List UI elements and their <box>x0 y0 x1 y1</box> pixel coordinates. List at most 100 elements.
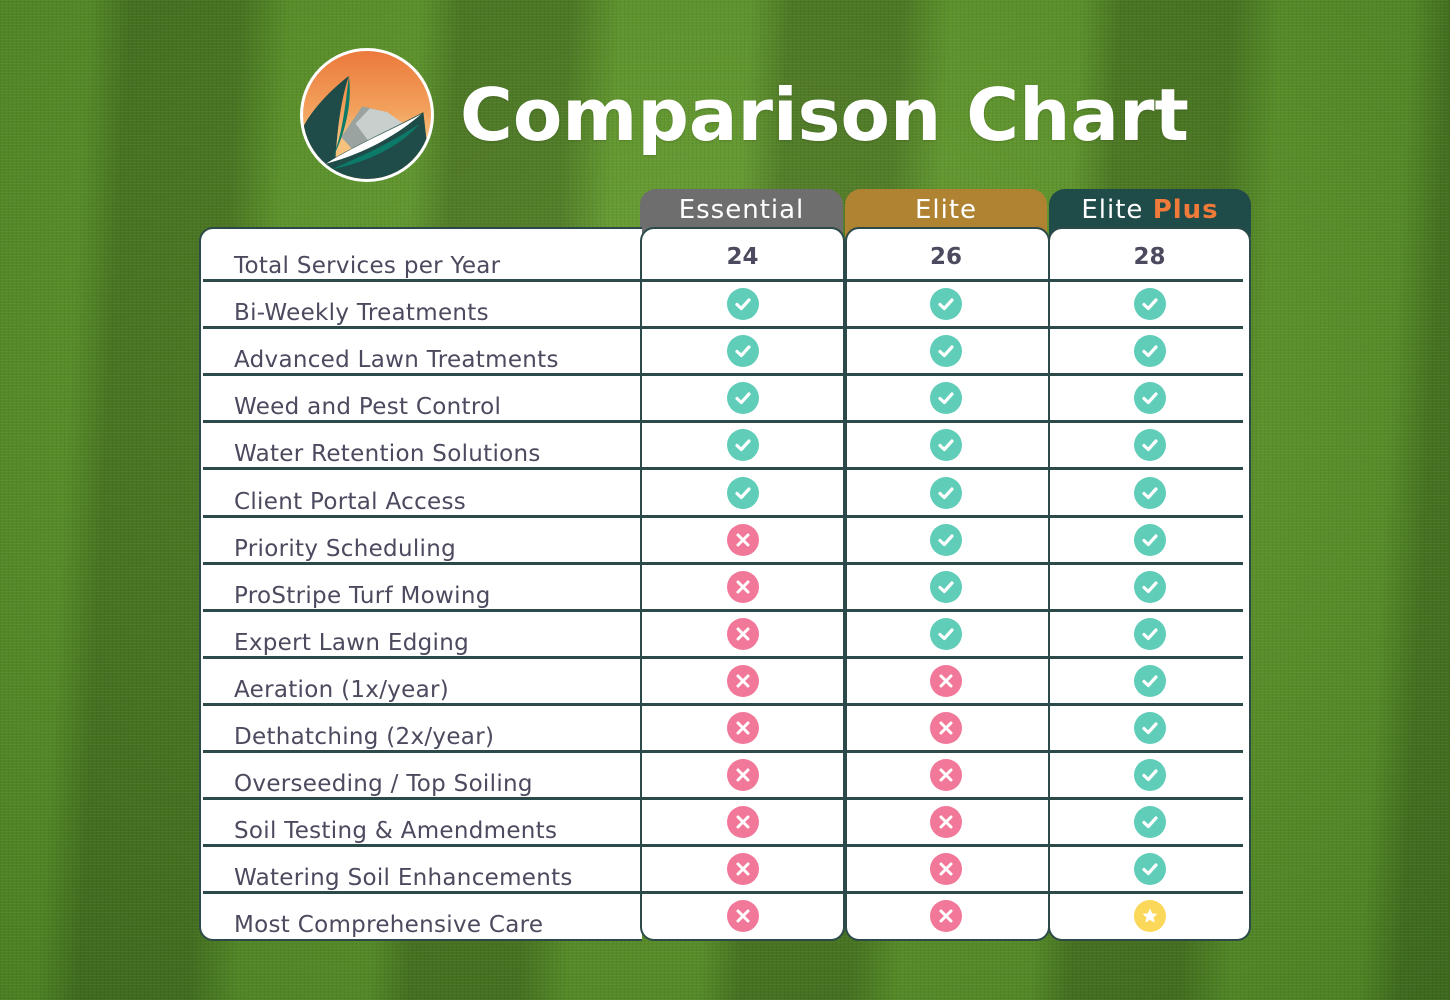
feature-label: Soil Testing & Amendments <box>234 818 558 844</box>
feature-label: Bi-Weekly Treatments <box>234 300 489 326</box>
table-cell: 26 <box>845 233 1047 280</box>
feature-label: Aeration (1x/year) <box>234 677 450 703</box>
table-cell <box>1048 845 1251 892</box>
table-row: Total Services per Year 24 26 28 <box>199 233 1247 282</box>
x-circle-icon <box>930 805 962 838</box>
table-cell <box>845 516 1047 563</box>
feature-label: Client Portal Access <box>234 489 467 515</box>
table-cell <box>845 892 1047 939</box>
table-cell <box>1048 374 1251 421</box>
check-circle-icon <box>930 287 962 320</box>
table-cell <box>640 280 845 327</box>
table-cell <box>1048 892 1251 939</box>
table-row: Priority Scheduling <box>199 516 1247 565</box>
table-cell <box>1048 421 1251 468</box>
table-cell <box>1048 469 1251 516</box>
table-cell: 24 <box>640 233 845 280</box>
table-cell <box>1048 516 1251 563</box>
check-circle-icon <box>1133 381 1166 414</box>
x-circle-icon <box>726 899 759 932</box>
star-circle-icon <box>1133 899 1166 932</box>
table-row: Bi-Weekly Treatments <box>199 280 1247 329</box>
table-cell <box>640 892 845 939</box>
page-header: Comparison Chart <box>300 48 1189 182</box>
check-circle-icon <box>930 570 962 603</box>
table-cell <box>640 798 845 845</box>
feature-label: Expert Lawn Edging <box>234 630 469 656</box>
page-title: Comparison Chart <box>460 73 1189 157</box>
check-circle-icon <box>930 476 962 509</box>
check-circle-icon <box>1133 664 1166 697</box>
check-circle-icon <box>1133 476 1166 509</box>
x-circle-icon <box>726 523 759 556</box>
table-cell <box>640 469 845 516</box>
comparison-table: Total Services per Year 24 26 28 Bi-Weekly T… <box>199 227 1251 941</box>
table-row: Advanced Lawn Treatments <box>199 327 1247 376</box>
check-circle-icon <box>726 334 759 367</box>
table-row: ProStripe Turf Mowing <box>199 563 1247 612</box>
table-cell <box>845 845 1047 892</box>
table-cell <box>845 280 1047 327</box>
table-row: Watering Soil Enhancements <box>199 845 1247 894</box>
feature-label: Weed and Pest Control <box>234 394 502 420</box>
check-circle-icon <box>1133 711 1166 744</box>
table-cell <box>845 657 1047 704</box>
table-cell <box>1048 610 1251 657</box>
table-cell: 28 <box>1048 233 1251 280</box>
table-cell <box>1048 657 1251 704</box>
x-circle-icon <box>726 805 759 838</box>
table-cell <box>640 516 845 563</box>
feature-label: Most Comprehensive Care <box>234 912 544 938</box>
x-circle-icon <box>726 852 759 885</box>
tier-name: Essential <box>678 195 805 225</box>
check-circle-icon <box>930 334 962 367</box>
check-circle-icon <box>930 428 962 461</box>
feature-label: Watering Soil Enhancements <box>234 865 573 891</box>
x-circle-icon <box>726 617 759 650</box>
table-row: Aeration (1x/year) <box>199 657 1247 706</box>
check-circle-icon <box>1133 334 1166 367</box>
check-circle-icon <box>1133 805 1166 838</box>
feature-label: ProStripe Turf Mowing <box>234 583 491 609</box>
feature-label: Water Retention Solutions <box>234 441 541 467</box>
x-circle-icon <box>726 758 759 791</box>
table-cell <box>845 704 1047 751</box>
x-circle-icon <box>930 711 962 744</box>
check-circle-icon <box>930 381 962 414</box>
table-cell <box>640 845 845 892</box>
tier-suffix-plus: Plus <box>1152 195 1219 225</box>
check-circle-icon <box>1133 287 1166 320</box>
check-circle-icon <box>726 287 759 320</box>
services-count: 24 <box>726 243 759 270</box>
table-row: Expert Lawn Edging <box>199 610 1247 659</box>
company-logo-icon <box>300 48 434 182</box>
check-circle-icon <box>1133 852 1166 885</box>
check-circle-icon <box>726 428 759 461</box>
table-row: Most Comprehensive Care <box>199 892 1247 939</box>
table-cell <box>1048 798 1251 845</box>
tier-name: Elite <box>914 195 978 225</box>
table-cell <box>640 327 845 374</box>
table-cell <box>640 610 845 657</box>
check-circle-icon <box>1133 428 1166 461</box>
table-row: Water Retention Solutions <box>199 421 1247 470</box>
check-circle-icon <box>930 523 962 556</box>
table-row: Overseeding / Top Soiling <box>199 751 1247 800</box>
check-circle-icon <box>1133 523 1166 556</box>
check-circle-icon <box>726 381 759 414</box>
table-cell <box>640 751 845 798</box>
x-circle-icon <box>726 570 759 603</box>
table-row: Client Portal Access <box>199 469 1247 518</box>
feature-label: Advanced Lawn Treatments <box>234 347 559 373</box>
table-cell <box>640 421 845 468</box>
table-row: Dethatching (2x/year) <box>199 704 1247 753</box>
table-cell <box>640 563 845 610</box>
x-circle-icon <box>930 664 962 697</box>
table-row: Soil Testing & Amendments <box>199 798 1247 847</box>
table-cell <box>1048 704 1251 751</box>
table-cell <box>845 421 1047 468</box>
check-circle-icon <box>726 476 759 509</box>
x-circle-icon <box>930 852 962 885</box>
check-circle-icon <box>1133 570 1166 603</box>
table-cell <box>1048 280 1251 327</box>
